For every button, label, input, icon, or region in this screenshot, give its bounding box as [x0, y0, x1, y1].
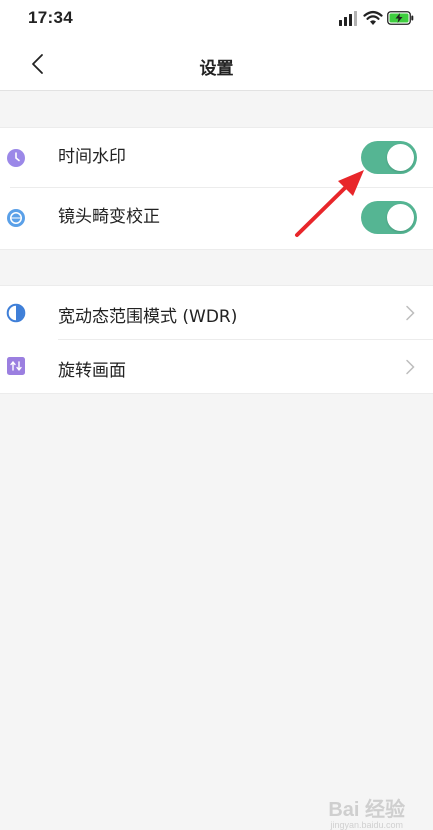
toggle-knob [387, 204, 414, 231]
chevron-right-icon [406, 305, 415, 321]
setting-row-wdr[interactable]: 宽动态范围模式 (WDR) [0, 286, 433, 340]
rotate-icon [7, 357, 25, 375]
lens-icon [7, 209, 25, 227]
status-bar: 17:34 [0, 0, 433, 38]
chevron-right-icon [406, 359, 415, 375]
wdr-icon [6, 303, 26, 323]
setting-label: 镜头畸变校正 [58, 207, 160, 227]
setting-row-rotate[interactable]: 旋转画面 [0, 340, 433, 393]
signal-icon [339, 11, 357, 26]
toggle-knob [387, 144, 414, 171]
setting-label: 旋转画面 [58, 361, 126, 381]
annotation-arrow-icon [295, 170, 364, 237]
baidu-watermark: Bai 经验 [328, 799, 405, 821]
battery-charging-icon [387, 11, 414, 25]
status-time: 17:34 [28, 8, 73, 27]
setting-label: 时间水印 [58, 147, 126, 167]
baidu-watermark-url: jingyan.baidu.com [330, 820, 403, 830]
clock-icon [7, 149, 25, 167]
page-title: 设置 [199, 59, 234, 79]
wifi-icon [363, 10, 383, 25]
setting-label: 宽动态范围模式 (WDR) [58, 307, 238, 327]
settings-group-nav: 宽动态范围模式 (WDR) 旋转画面 [0, 285, 433, 394]
nav-bar: 设置 [0, 38, 433, 91]
